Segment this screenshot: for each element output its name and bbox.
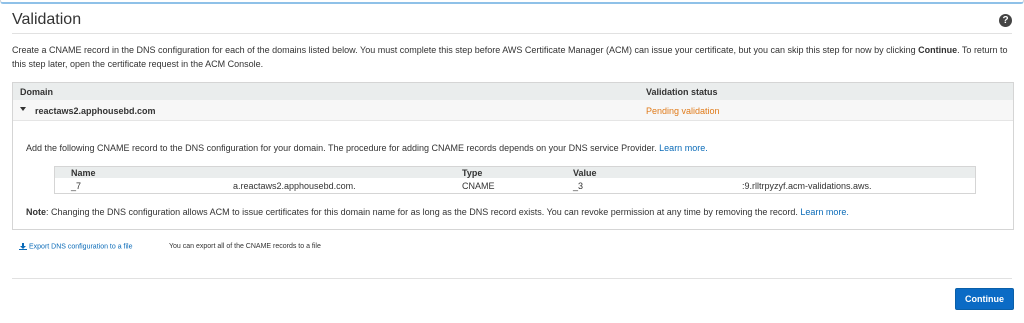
cname-header-value: Value: [573, 168, 597, 178]
table-row[interactable]: reactaws2.apphousebd.com Pending validat…: [13, 100, 1013, 121]
cname-table-header: Name Type Value: [55, 167, 975, 178]
page-title: Validation: [12, 11, 82, 28]
status-badge: Pending validation: [646, 106, 720, 116]
export-note: You can export all of the CNAME records …: [169, 243, 321, 250]
note-label: Note: [26, 207, 46, 217]
cname-name-prefix[interactable]: _7: [71, 181, 81, 191]
top-panel-border: [0, 0, 1024, 4]
dns-note: Note: Changing the DNS configuration all…: [26, 207, 849, 217]
divider: [12, 33, 1012, 34]
header-domain: Domain: [20, 87, 54, 97]
domain-name: reactaws2.apphousebd.com: [35, 106, 156, 116]
cname-header-type: Type: [462, 168, 483, 178]
domain-table: Domain Validation status reactaws2.appho…: [12, 82, 1014, 230]
note-text: : Changing the DNS configuration allows …: [46, 207, 798, 217]
intro-text: Create a CNAME record in the DNS configu…: [12, 43, 1010, 71]
cname-value-prefix[interactable]: _3: [573, 181, 583, 191]
cname-row: _7 a.reactaws2.apphousebd.com. CNAME _3 …: [55, 178, 975, 193]
download-icon: [19, 243, 27, 250]
cname-value-suffix[interactable]: :9.rlltrpyzyf.acm-validations.aws.: [742, 181, 872, 191]
cname-name-suffix[interactable]: a.reactaws2.apphousebd.com.: [233, 181, 356, 191]
table-header: Domain Validation status: [13, 83, 1013, 100]
cname-table: Name Type Value _7 a.reactaws2.apphouseb…: [54, 166, 976, 194]
instruction-text: Add the following CNAME record to the DN…: [26, 143, 657, 153]
continue-button[interactable]: Continue: [955, 288, 1014, 310]
export-dns-link[interactable]: Export DNS configuration to a file: [19, 243, 133, 250]
cname-instruction: Add the following CNAME record to the DN…: [26, 143, 708, 153]
footer-divider: [12, 278, 1012, 279]
cname-type: CNAME: [462, 181, 495, 191]
intro-part1: Create a CNAME record in the DNS configu…: [12, 45, 919, 55]
learn-more-link[interactable]: Learn more.: [659, 143, 708, 153]
export-dns-link-text[interactable]: Export DNS configuration to a file: [29, 243, 133, 250]
question-circle-icon[interactable]: ?: [999, 14, 1012, 27]
note-learn-more-link[interactable]: Learn more.: [800, 207, 849, 217]
caret-down-icon[interactable]: [20, 107, 26, 111]
cname-header-name: Name: [71, 168, 96, 178]
header-validation-status: Validation status: [646, 87, 718, 97]
intro-bold: Continue: [918, 45, 958, 55]
